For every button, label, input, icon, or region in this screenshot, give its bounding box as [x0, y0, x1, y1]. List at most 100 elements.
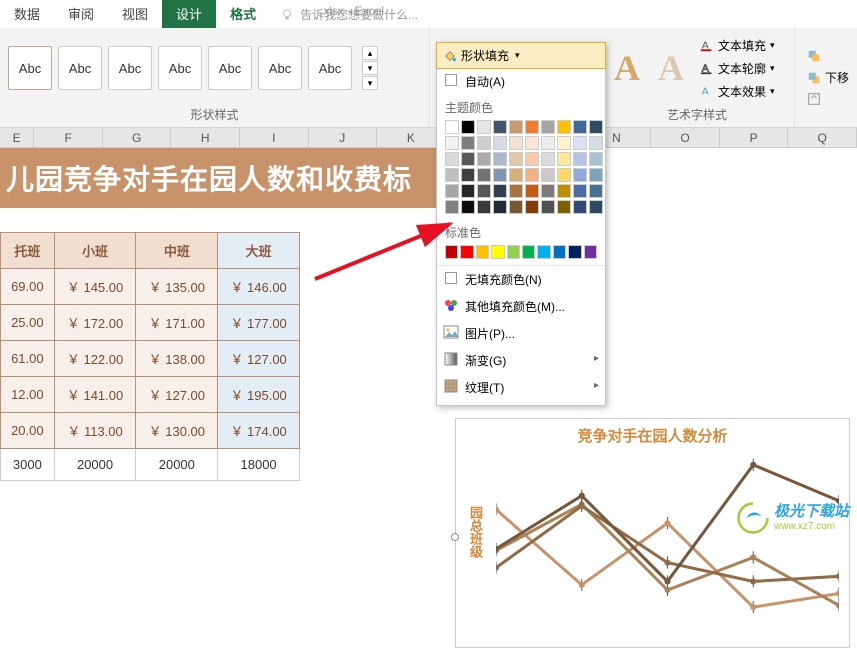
color-swatch[interactable]	[477, 152, 491, 166]
table-header[interactable]: 小班	[54, 233, 136, 269]
data-table[interactable]: 托班小班中班大班 69.00￥ 145.00￥ 135.00￥ 146.0025…	[0, 232, 300, 481]
table-cell[interactable]: ￥ 141.00	[54, 377, 136, 413]
table-cell[interactable]: ￥ 113.00	[54, 413, 136, 449]
bring-forward-button[interactable]	[803, 47, 853, 65]
table-cell[interactable]: ￥ 171.00	[136, 305, 218, 341]
text-outline-button[interactable]: A 文本轮廓 ▾	[696, 58, 779, 79]
selection-pane-button[interactable]	[803, 90, 853, 108]
table-cell[interactable]: ￥ 146.00	[218, 269, 300, 305]
shape-style-preset-6[interactable]: Abc	[258, 46, 302, 90]
text-effects-button[interactable]: A 文本效果 ▾	[696, 81, 779, 102]
column-header[interactable]: F	[34, 128, 103, 147]
color-swatch[interactable]	[541, 200, 555, 214]
color-swatch[interactable]	[522, 245, 535, 259]
color-swatch[interactable]	[461, 136, 475, 150]
shape-style-preset-2[interactable]: Abc	[58, 46, 102, 90]
color-swatch[interactable]	[445, 120, 459, 134]
table-cell[interactable]: 12.00	[1, 377, 55, 413]
color-swatch[interactable]	[525, 168, 539, 182]
tab-review[interactable]: 审阅	[54, 0, 108, 28]
color-swatch[interactable]	[589, 120, 603, 134]
shape-style-preset-1[interactable]: Abc	[8, 46, 52, 90]
color-swatch[interactable]	[509, 200, 523, 214]
color-swatch[interactable]	[477, 120, 491, 134]
table-cell[interactable]: ￥ 127.00	[218, 341, 300, 377]
color-swatch[interactable]	[509, 120, 523, 134]
table-cell[interactable]: ￥ 172.00	[54, 305, 136, 341]
fill-gradient-item[interactable]: 渐变(G) ▸	[437, 347, 605, 374]
color-swatch[interactable]	[557, 152, 571, 166]
table-cell[interactable]: ￥ 135.00	[136, 269, 218, 305]
color-swatch[interactable]	[525, 152, 539, 166]
shape-style-preset-5[interactable]: Abc	[208, 46, 252, 90]
color-swatch[interactable]	[553, 245, 566, 259]
shape-fill-button[interactable]: 形状填充 ▾	[436, 42, 606, 69]
color-swatch[interactable]	[541, 120, 555, 134]
send-backward-button[interactable]: 下移	[803, 67, 853, 88]
color-swatch[interactable]	[509, 184, 523, 198]
color-swatch[interactable]	[477, 136, 491, 150]
color-swatch[interactable]	[460, 245, 473, 259]
color-swatch[interactable]	[525, 136, 539, 150]
color-swatch[interactable]	[493, 120, 507, 134]
color-swatch[interactable]	[509, 168, 523, 182]
color-swatch[interactable]	[477, 200, 491, 214]
color-swatch[interactable]	[573, 168, 587, 182]
color-swatch[interactable]	[445, 136, 459, 150]
tab-format[interactable]: 格式	[216, 0, 270, 28]
fill-texture-item[interactable]: 纹理(T) ▸	[437, 374, 605, 401]
color-swatch[interactable]	[541, 152, 555, 166]
color-swatch[interactable]	[445, 168, 459, 182]
table-cell[interactable]: ￥ 177.00	[218, 305, 300, 341]
column-header[interactable]: J	[309, 128, 378, 147]
color-swatch[interactable]	[493, 184, 507, 198]
no-fill-item[interactable]: 无填充颜色(N)	[437, 265, 605, 293]
tab-design[interactable]: 设计	[162, 0, 216, 28]
fill-auto-item[interactable]: 自动(A)	[437, 68, 605, 95]
color-swatch[interactable]	[573, 184, 587, 198]
color-swatch[interactable]	[445, 152, 459, 166]
color-swatch[interactable]	[573, 200, 587, 214]
color-swatch[interactable]	[445, 184, 459, 198]
column-header[interactable]: E	[0, 128, 34, 147]
color-swatch[interactable]	[557, 184, 571, 198]
color-swatch[interactable]	[557, 168, 571, 182]
table-cell[interactable]: ￥ 174.00	[218, 413, 300, 449]
column-header[interactable]: H	[171, 128, 240, 147]
worksheet-area[interactable]: 儿园竞争对手在园人数和收费标 托班小班中班大班 69.00￥ 145.00￥ 1…	[0, 148, 857, 481]
color-swatch[interactable]	[493, 200, 507, 214]
shape-style-preset-7[interactable]: Abc	[308, 46, 352, 90]
style-prev-button[interactable]: ▴	[362, 46, 378, 60]
color-swatch[interactable]	[584, 245, 597, 259]
color-swatch[interactable]	[493, 168, 507, 182]
color-swatch[interactable]	[525, 120, 539, 134]
column-header[interactable]: P	[720, 128, 789, 147]
table-header[interactable]: 大班	[218, 233, 300, 269]
style-more-button[interactable]: ▾	[362, 76, 378, 90]
color-swatch[interactable]	[541, 184, 555, 198]
color-swatch[interactable]	[461, 184, 475, 198]
table-cell[interactable]: ￥ 130.00	[136, 413, 218, 449]
table-cell[interactable]: 61.00	[1, 341, 55, 377]
shape-style-preset-3[interactable]: Abc	[108, 46, 152, 90]
color-swatch[interactable]	[573, 120, 587, 134]
tab-data[interactable]: 数据	[0, 0, 54, 28]
table-cell[interactable]: ￥ 138.00	[136, 341, 218, 377]
color-swatch[interactable]	[525, 184, 539, 198]
color-swatch[interactable]	[589, 200, 603, 214]
color-swatch[interactable]	[568, 245, 581, 259]
color-swatch[interactable]	[461, 152, 475, 166]
style-next-button[interactable]: ▾	[362, 61, 378, 75]
table-cell[interactable]: ￥ 195.00	[218, 377, 300, 413]
color-swatch[interactable]	[541, 168, 555, 182]
color-swatch[interactable]	[525, 200, 539, 214]
color-swatch[interactable]	[557, 136, 571, 150]
color-swatch[interactable]	[477, 184, 491, 198]
column-header[interactable]: O	[651, 128, 720, 147]
tab-view[interactable]: 视图	[108, 0, 162, 28]
color-swatch[interactable]	[493, 152, 507, 166]
color-swatch[interactable]	[461, 200, 475, 214]
color-swatch[interactable]	[509, 152, 523, 166]
color-swatch[interactable]	[477, 168, 491, 182]
table-cell[interactable]: 18000	[218, 449, 300, 481]
